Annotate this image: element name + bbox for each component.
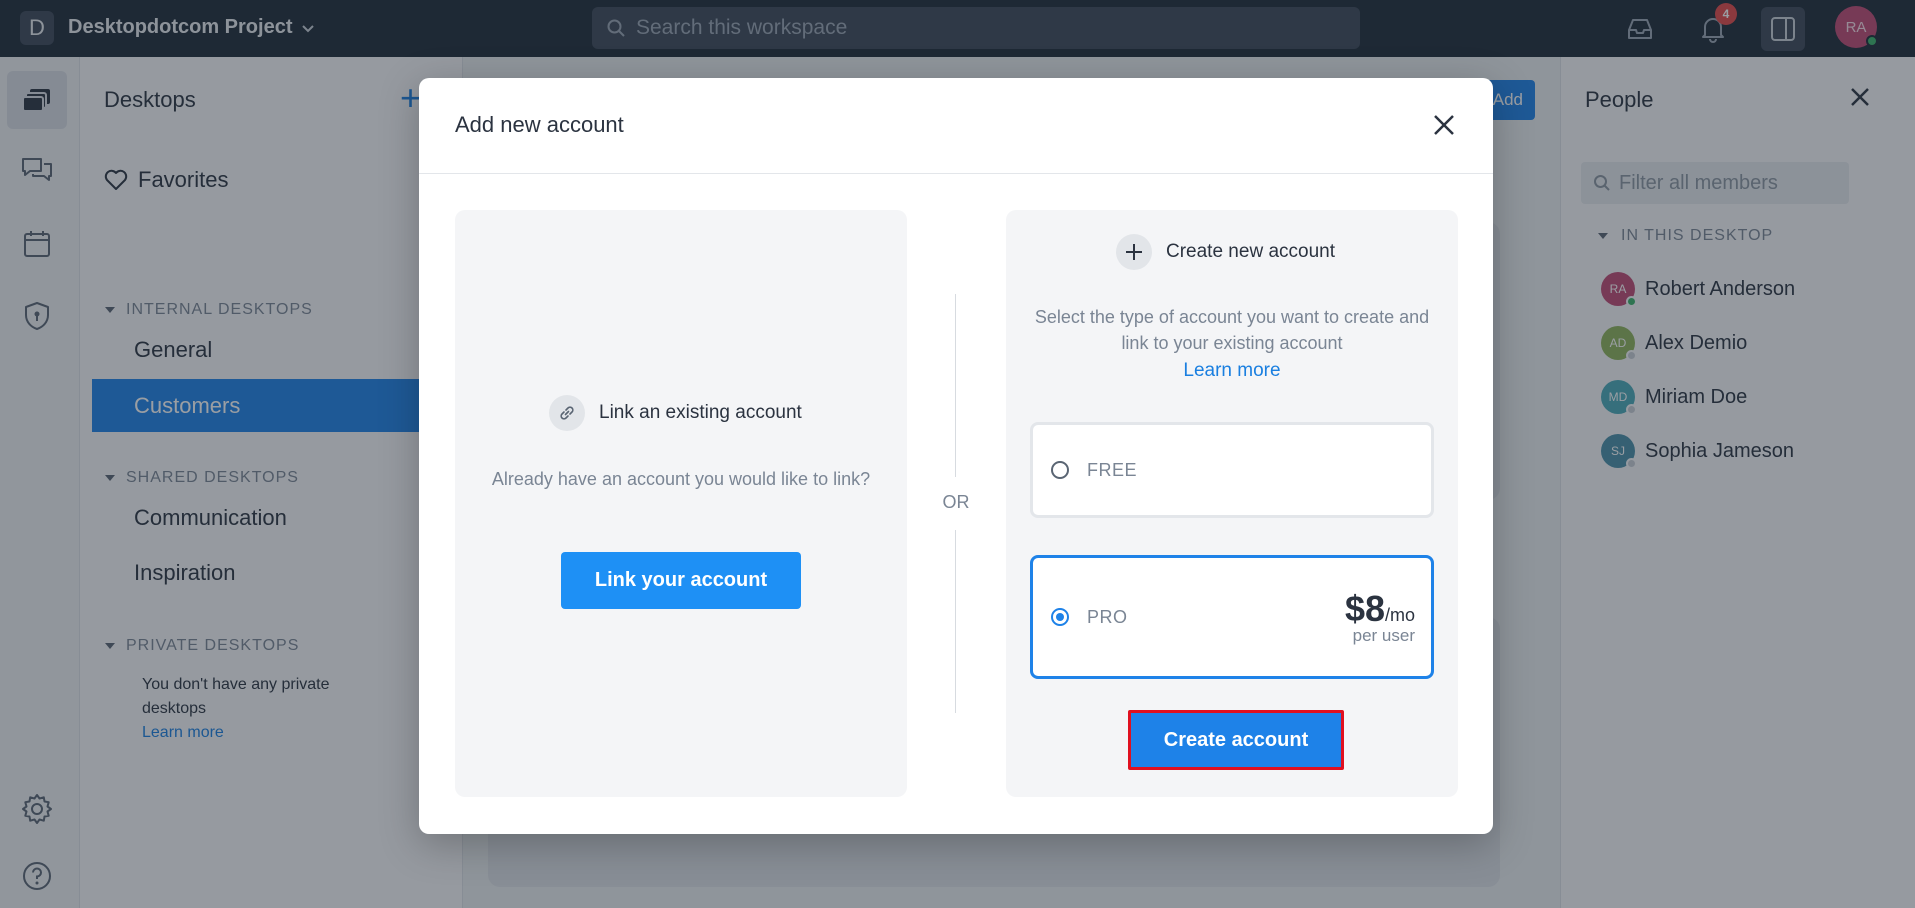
create-description: Select the type of account you want to c…	[1034, 307, 1430, 353]
create-account-heading: Create new account	[1116, 234, 1335, 270]
create-account-pane: Create new account Select the type of ac…	[1006, 210, 1458, 797]
plan-option-free[interactable]: FREE	[1030, 422, 1434, 518]
link-account-button[interactable]: Link your account	[561, 552, 801, 609]
plan-label: PRO	[1087, 606, 1128, 627]
link-account-pane: Link an existing account Already have an…	[455, 210, 907, 797]
modal-header: Add new account	[419, 78, 1493, 174]
or-divider: OR	[942, 492, 970, 512]
modal-title: Add new account	[455, 112, 624, 137]
divider-line	[955, 530, 956, 713]
plan-option-pro[interactable]: PRO $8/mo per user	[1030, 555, 1434, 679]
close-modal-button[interactable]	[1429, 110, 1459, 140]
plan-label: FREE	[1087, 459, 1138, 480]
create-heading-text: Create new account	[1166, 241, 1335, 262]
radio-pro[interactable]	[1051, 608, 1069, 626]
price-unit: /mo	[1384, 605, 1415, 625]
link-heading-text: Link an existing account	[599, 402, 802, 423]
add-account-modal: Add new account Link an existing account…	[419, 78, 1493, 834]
divider-line	[955, 294, 956, 477]
link-account-heading: Link an existing account	[549, 395, 802, 431]
radio-free[interactable]	[1051, 461, 1069, 479]
plan-price: $8/mo per user	[1345, 588, 1415, 646]
link-icon	[549, 395, 585, 431]
create-account-button[interactable]: Create account	[1128, 710, 1344, 770]
plus-icon	[1116, 234, 1152, 270]
price-per-user: per user	[1352, 626, 1415, 645]
close-icon	[1434, 115, 1454, 135]
link-description: Already have an account you would like t…	[491, 469, 871, 489]
price-amount: $8	[1344, 588, 1385, 629]
learn-more-link[interactable]: Learn more	[1006, 360, 1458, 382]
